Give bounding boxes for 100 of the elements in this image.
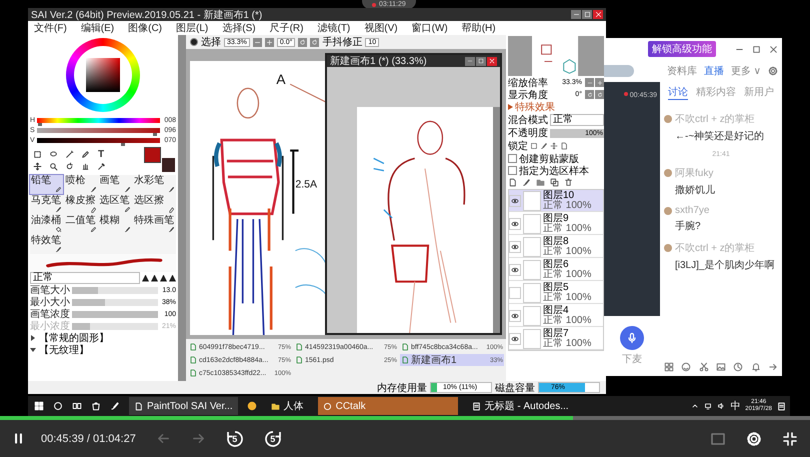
menu-item[interactable]: 窗口(W)	[412, 21, 448, 35]
eyedropper-icon[interactable]	[96, 162, 106, 170]
network-icon[interactable]	[704, 402, 712, 410]
smiley-icon[interactable]	[681, 362, 692, 372]
trash-icon[interactable]	[564, 178, 573, 187]
minimize-button[interactable]	[571, 10, 581, 19]
lock-option-icon[interactable]	[550, 142, 558, 150]
text-tool[interactable]: T	[94, 150, 108, 160]
menu-item[interactable]: 滤镜(T)	[317, 21, 350, 35]
store-icon[interactable]	[91, 401, 101, 411]
pencil-icon[interactable]	[80, 150, 90, 158]
setting-slider[interactable]	[72, 310, 158, 318]
preset-name[interactable]: 【常规的圆形】	[39, 331, 109, 345]
coin-icon[interactable]	[246, 401, 257, 411]
brush-tool[interactable]: 特殊画笔	[132, 215, 176, 234]
rewind-button[interactable]: 5	[226, 430, 244, 448]
minimize-button[interactable]	[465, 56, 475, 66]
menu-item[interactable]: 选择(S)	[222, 21, 256, 35]
notification-icon[interactable]	[777, 402, 786, 410]
move-icon[interactable]	[32, 162, 42, 170]
expand-arrow-icon[interactable]	[30, 347, 36, 353]
preset-name[interactable]: 【无纹理】	[39, 343, 89, 357]
menu-item[interactable]: 图层(L)	[176, 21, 208, 35]
brush-tool[interactable]: 水彩笔	[132, 175, 176, 194]
paint-app-icon[interactable]	[110, 401, 120, 411]
menu-item[interactable]: 帮助(H)	[462, 21, 496, 35]
visibility-toggle[interactable]	[509, 332, 521, 344]
section-header[interactable]: 特殊效果	[515, 100, 555, 114]
microphone-button[interactable]	[620, 326, 644, 350]
layer-row[interactable]: 图层5 正常 100%	[509, 282, 603, 304]
search-icon[interactable]	[53, 401, 63, 411]
scrollbar[interactable]	[178, 35, 186, 381]
scrollbar[interactable]	[493, 107, 500, 333]
visibility-toggle[interactable]	[509, 264, 521, 276]
setting-slider[interactable]	[72, 298, 158, 306]
next-icon[interactable]	[190, 431, 206, 446]
windows-icon[interactable]	[34, 401, 44, 411]
brush-tool[interactable]: 橡皮擦	[64, 195, 98, 214]
brush-tool[interactable]: 画笔	[98, 175, 132, 194]
brush-tool[interactable]: 二值笔	[64, 215, 98, 234]
layer-row[interactable]: 图层7 正常 100%	[509, 328, 603, 350]
search-field[interactable]	[604, 65, 634, 77]
lock-option-icon[interactable]	[560, 142, 568, 150]
close-button[interactable]	[487, 56, 497, 66]
caret-icon[interactable]	[691, 402, 700, 410]
blend-mode-dropdown[interactable]: 正常	[30, 272, 140, 284]
progress-bar[interactable]	[0, 416, 810, 420]
menu-item[interactable]: 视图(V)	[364, 21, 398, 35]
visibility-toggle[interactable]	[509, 286, 521, 298]
brush-tool[interactable]: 选区擦	[132, 195, 176, 214]
taskbar-app[interactable]: PaintTool SAI Ver...	[129, 397, 238, 415]
copy-icon[interactable]	[550, 178, 559, 187]
menu-item[interactable]: 图像(C)	[128, 21, 162, 35]
nav-link[interactable]: 更多 ∨	[730, 64, 761, 78]
checkbox[interactable]	[508, 154, 517, 163]
menu-item[interactable]: 文件(F)	[34, 21, 67, 35]
exit-fullscreen-icon[interactable]	[782, 430, 798, 446]
menu-item[interactable]: 编辑(E)	[80, 21, 114, 35]
layer-row[interactable]: 图层9 正常 100%	[509, 213, 603, 235]
radio-button[interactable]	[190, 38, 198, 46]
volume-icon[interactable]	[717, 402, 726, 410]
grid-icon[interactable]	[664, 362, 674, 372]
selection-icon[interactable]	[32, 150, 42, 158]
previous-icon[interactable]	[156, 431, 171, 446]
brush-tool[interactable]: 铅笔	[30, 175, 64, 194]
new-layer-icon[interactable]	[508, 178, 517, 187]
screen-icon[interactable]	[710, 430, 726, 446]
zoom-icon[interactable]	[48, 162, 58, 170]
wand-icon[interactable]	[64, 150, 74, 158]
image-icon[interactable]	[716, 362, 726, 372]
checkbox[interactable]	[508, 166, 517, 175]
pen-layer-icon[interactable]	[522, 178, 531, 187]
brush-tool[interactable]: 油漆桶	[30, 215, 64, 234]
taskbar-app[interactable]: 人体	[266, 397, 309, 415]
lasso-icon[interactable]	[48, 150, 58, 158]
brush-tool[interactable]: 模糊	[98, 215, 132, 234]
input-method-indicator[interactable]: 中	[730, 399, 740, 413]
layer-row[interactable]: 图层4 正常 100%	[509, 305, 603, 327]
visibility-toggle[interactable]	[509, 218, 521, 230]
menu-item[interactable]: 尺子(R)	[270, 21, 304, 35]
forward-button[interactable]: 5	[264, 430, 282, 448]
taskbar-app[interactable]: 无标题 - Autodes...	[466, 397, 574, 415]
visibility-toggle[interactable]	[509, 194, 521, 206]
expand-arrow-icon[interactable]	[30, 335, 36, 341]
nav-link[interactable]: 直播	[704, 64, 724, 78]
layer-row[interactable]: 图层10 正常 100%	[509, 190, 603, 212]
bell-icon[interactable]	[750, 362, 761, 372]
send-icon[interactable]	[768, 362, 778, 372]
brush-tool[interactable]: 马克笔	[30, 195, 64, 214]
pause-button[interactable]	[12, 432, 25, 445]
nav-link[interactable]: 资料库	[666, 64, 697, 78]
folder-icon[interactable]	[536, 178, 545, 187]
brush-tool[interactable]: 特效笔	[30, 235, 64, 254]
taskbar-app[interactable]: CCtalk	[318, 397, 458, 415]
setting-slider[interactable]	[72, 286, 158, 294]
layer-row[interactable]: 图层6 正常 100%	[509, 259, 603, 281]
visibility-toggle[interactable]	[509, 310, 521, 322]
clock-icon[interactable]	[733, 362, 744, 372]
primary-color-swatch[interactable]	[144, 147, 161, 163]
expand-arrow-icon[interactable]	[508, 104, 513, 110]
